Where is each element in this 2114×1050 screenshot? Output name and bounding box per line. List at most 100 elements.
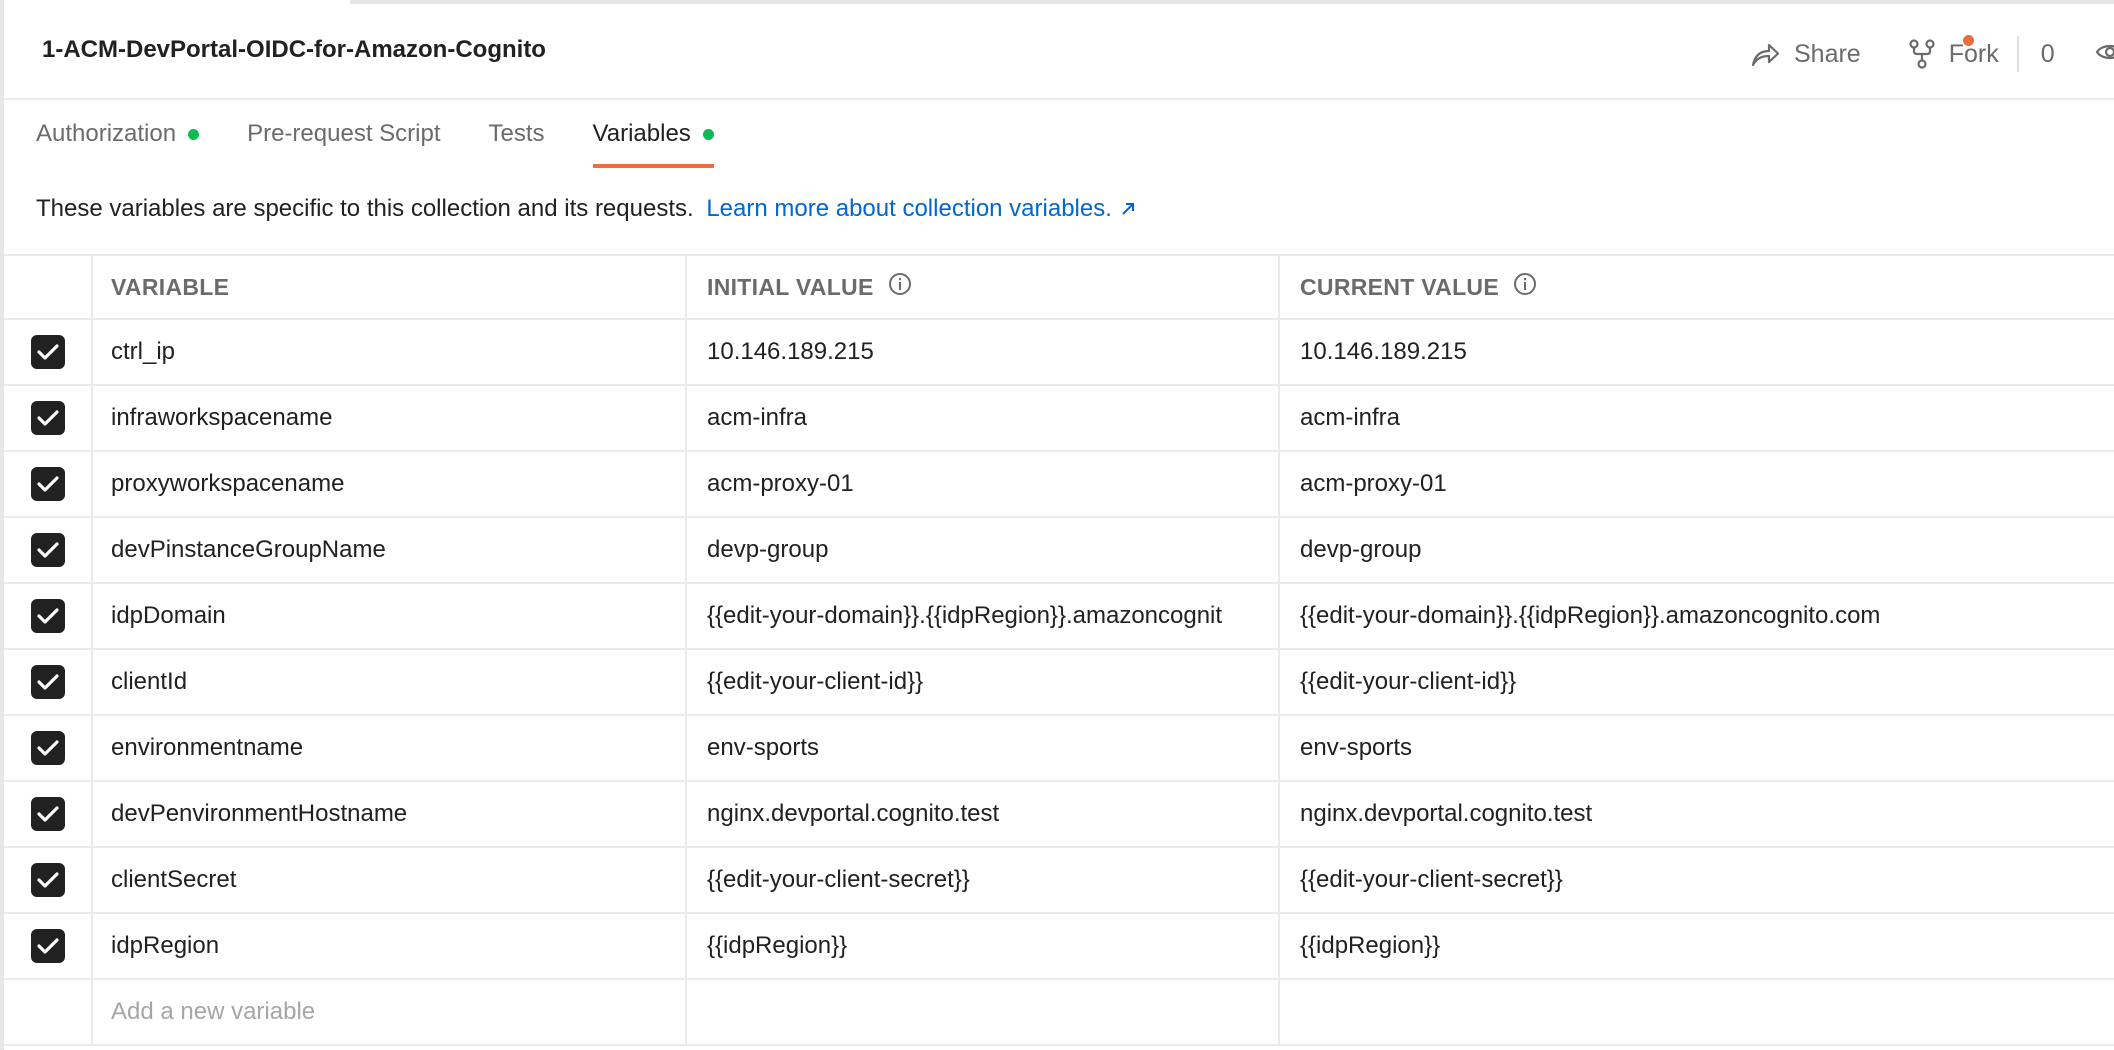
checkmark-icon (36, 938, 59, 954)
add-variable-input[interactable]: Add a new variable (93, 980, 687, 1044)
header-actions: Share Fork 0 (1750, 32, 2114, 76)
row-checkbox-cell (4, 848, 93, 912)
info-icon[interactable] (1513, 272, 1537, 302)
row-checkbox-cell (4, 914, 93, 978)
table-row: environmentname env-sports env-sports (4, 716, 2114, 782)
variable-name-cell[interactable]: clientSecret (93, 848, 687, 912)
enable-checkbox[interactable] (30, 401, 65, 435)
initial-value-cell[interactable]: env-sports (687, 716, 1280, 780)
row-checkbox-cell (4, 386, 93, 450)
header-checkbox-cell (4, 256, 93, 318)
fork-button[interactable]: Fork (1909, 35, 1999, 69)
fork-icon (1909, 39, 1935, 69)
variable-name-cell[interactable]: idpDomain (93, 584, 687, 648)
enable-checkbox[interactable] (30, 467, 65, 501)
initial-value-cell[interactable]: acm-infra (687, 386, 1280, 450)
tab-variables[interactable]: Variables (592, 100, 715, 168)
status-dot (188, 129, 200, 140)
collection-title: 1-ACM-DevPortal-OIDC-for-Amazon-Cognito (42, 36, 546, 63)
initial-value-cell[interactable]: devp-group (687, 518, 1280, 582)
current-value-cell[interactable]: acm-proxy-01 (1280, 452, 2114, 516)
tab-tests[interactable]: Tests (489, 100, 545, 168)
row-checkbox-cell (4, 650, 93, 714)
add-current-value-input[interactable] (1280, 980, 2114, 1044)
fork-notification-dot (1962, 35, 1974, 46)
variable-name-cell[interactable]: proxyworkspacename (93, 452, 687, 516)
row-checkbox-cell (4, 320, 93, 384)
initial-value-cell[interactable]: {{edit-your-client-secret}} (687, 848, 1280, 912)
initial-value-cell[interactable]: 10.146.189.215 (687, 320, 1280, 384)
initial-value-cell[interactable]: acm-proxy-01 (687, 452, 1280, 516)
row-checkbox-cell (4, 518, 93, 582)
initial-value-cell[interactable]: {{edit-your-domain}}.{{idpRegion}}.amazo… (687, 584, 1280, 648)
current-value-cell[interactable]: devp-group (1280, 518, 2114, 582)
checkmark-icon (36, 608, 59, 624)
fork-count[interactable]: 0 (2041, 40, 2055, 69)
variable-name-cell[interactable]: infraworkspacename (93, 386, 687, 450)
table-body: ctrl_ip 10.146.189.215 10.146.189.215 infra… (4, 320, 2114, 980)
variable-name-cell[interactable]: ctrl_ip (93, 320, 687, 384)
checkmark-icon (36, 806, 59, 822)
add-initial-value-input[interactable] (687, 980, 1280, 1044)
checkmark-icon (36, 410, 59, 426)
header-current-value: CURRENT VALUE (1280, 256, 2114, 318)
enable-checkbox[interactable] (30, 797, 65, 831)
enable-checkbox[interactable] (30, 599, 65, 633)
checkmark-icon (36, 740, 59, 756)
tab-label: Tests (488, 120, 545, 147)
eye-icon[interactable] (2095, 40, 2114, 69)
current-value-cell[interactable]: nginx.devportal.cognito.test (1280, 782, 2114, 846)
table-row: proxyworkspacename acm-proxy-01 acm-proxy-… (4, 452, 2114, 518)
collection-header: 1-ACM-DevPortal-OIDC-for-Amazon-Cognito … (4, 4, 2114, 100)
table-row: clientSecret {{edit-your-client-secret}}{… (4, 848, 2114, 914)
tab-authorization[interactable]: Authorization (36, 100, 200, 168)
enable-checkbox[interactable] (30, 533, 65, 567)
variables-table: VARIABLE INITIAL VALUE CURRENT VALUE ctr… (4, 254, 2114, 1046)
tab-pre-request-script[interactable]: Pre-request Script (247, 100, 440, 168)
table-header-row: VARIABLE INITIAL VALUE CURRENT VALUE (4, 254, 2114, 320)
variable-name-cell[interactable]: clientId (93, 650, 687, 714)
header-current-label: CURRENT VALUE (1300, 273, 1499, 300)
current-value-cell[interactable]: {{idpRegion}} (1280, 914, 2114, 978)
info-icon[interactable] (888, 272, 912, 302)
checkmark-icon (36, 344, 59, 360)
collection-variables-page: 1-ACM-DevPortal-OIDC-for-Amazon-Cognito … (0, 0, 2114, 1050)
status-dot (702, 129, 714, 140)
header-variable: VARIABLE (93, 256, 687, 318)
current-value-cell[interactable]: {{edit-your-client-secret}} (1280, 848, 2114, 912)
table-row: idpRegion {{idpRegion}} {{idpRegion}} (4, 914, 2114, 980)
external-link-arrow-icon (1120, 196, 1136, 224)
variable-name-cell[interactable]: environmentname (93, 716, 687, 780)
current-value-cell[interactable]: acm-infra (1280, 386, 2114, 450)
tab-label: Variables (592, 120, 691, 147)
table-row: infraworkspacename acm-infra acm-infra (4, 386, 2114, 452)
checkmark-icon (36, 872, 59, 888)
variable-name-cell[interactable]: idpRegion (93, 914, 687, 978)
current-value-cell[interactable]: {{edit-your-domain}}.{{idpRegion}}.amazo… (1280, 584, 2114, 648)
enable-checkbox[interactable] (30, 731, 65, 765)
checkmark-icon (36, 476, 59, 492)
initial-value-cell[interactable]: {{idpRegion}} (687, 914, 1280, 978)
learn-more-link-text: Learn more about collection variables. (706, 195, 1112, 222)
header-initial-label: INITIAL VALUE (707, 273, 874, 300)
current-value-cell[interactable]: {{edit-your-client-id}} (1280, 650, 2114, 714)
tab-label: Pre-request Script (247, 120, 441, 147)
collection-tabs: Authorization Pre-request Script Tests V… (36, 100, 762, 168)
add-row-checkbox-cell (4, 980, 93, 1044)
row-checkbox-cell (4, 584, 93, 648)
current-value-cell[interactable]: env-sports (1280, 716, 2114, 780)
enable-checkbox[interactable] (30, 335, 65, 369)
enable-checkbox[interactable] (30, 929, 65, 963)
description-text: These variables are specific to this col… (36, 195, 694, 222)
enable-checkbox[interactable] (30, 863, 65, 897)
current-value-cell[interactable]: 10.146.189.215 (1280, 320, 2114, 384)
initial-value-cell[interactable]: nginx.devportal.cognito.test (687, 782, 1280, 846)
enable-checkbox[interactable] (30, 665, 65, 699)
variables-description: These variables are specific to this col… (36, 195, 1136, 224)
share-arrow-icon (1750, 41, 1780, 67)
variable-name-cell[interactable]: devPinstanceGroupName (93, 518, 687, 582)
learn-more-link[interactable]: Learn more about collection variables. (706, 195, 1136, 222)
variable-name-cell[interactable]: devPenvironmentHostname (93, 782, 687, 846)
share-button[interactable]: Share (1750, 40, 1861, 69)
initial-value-cell[interactable]: {{edit-your-client-id}} (687, 650, 1280, 714)
